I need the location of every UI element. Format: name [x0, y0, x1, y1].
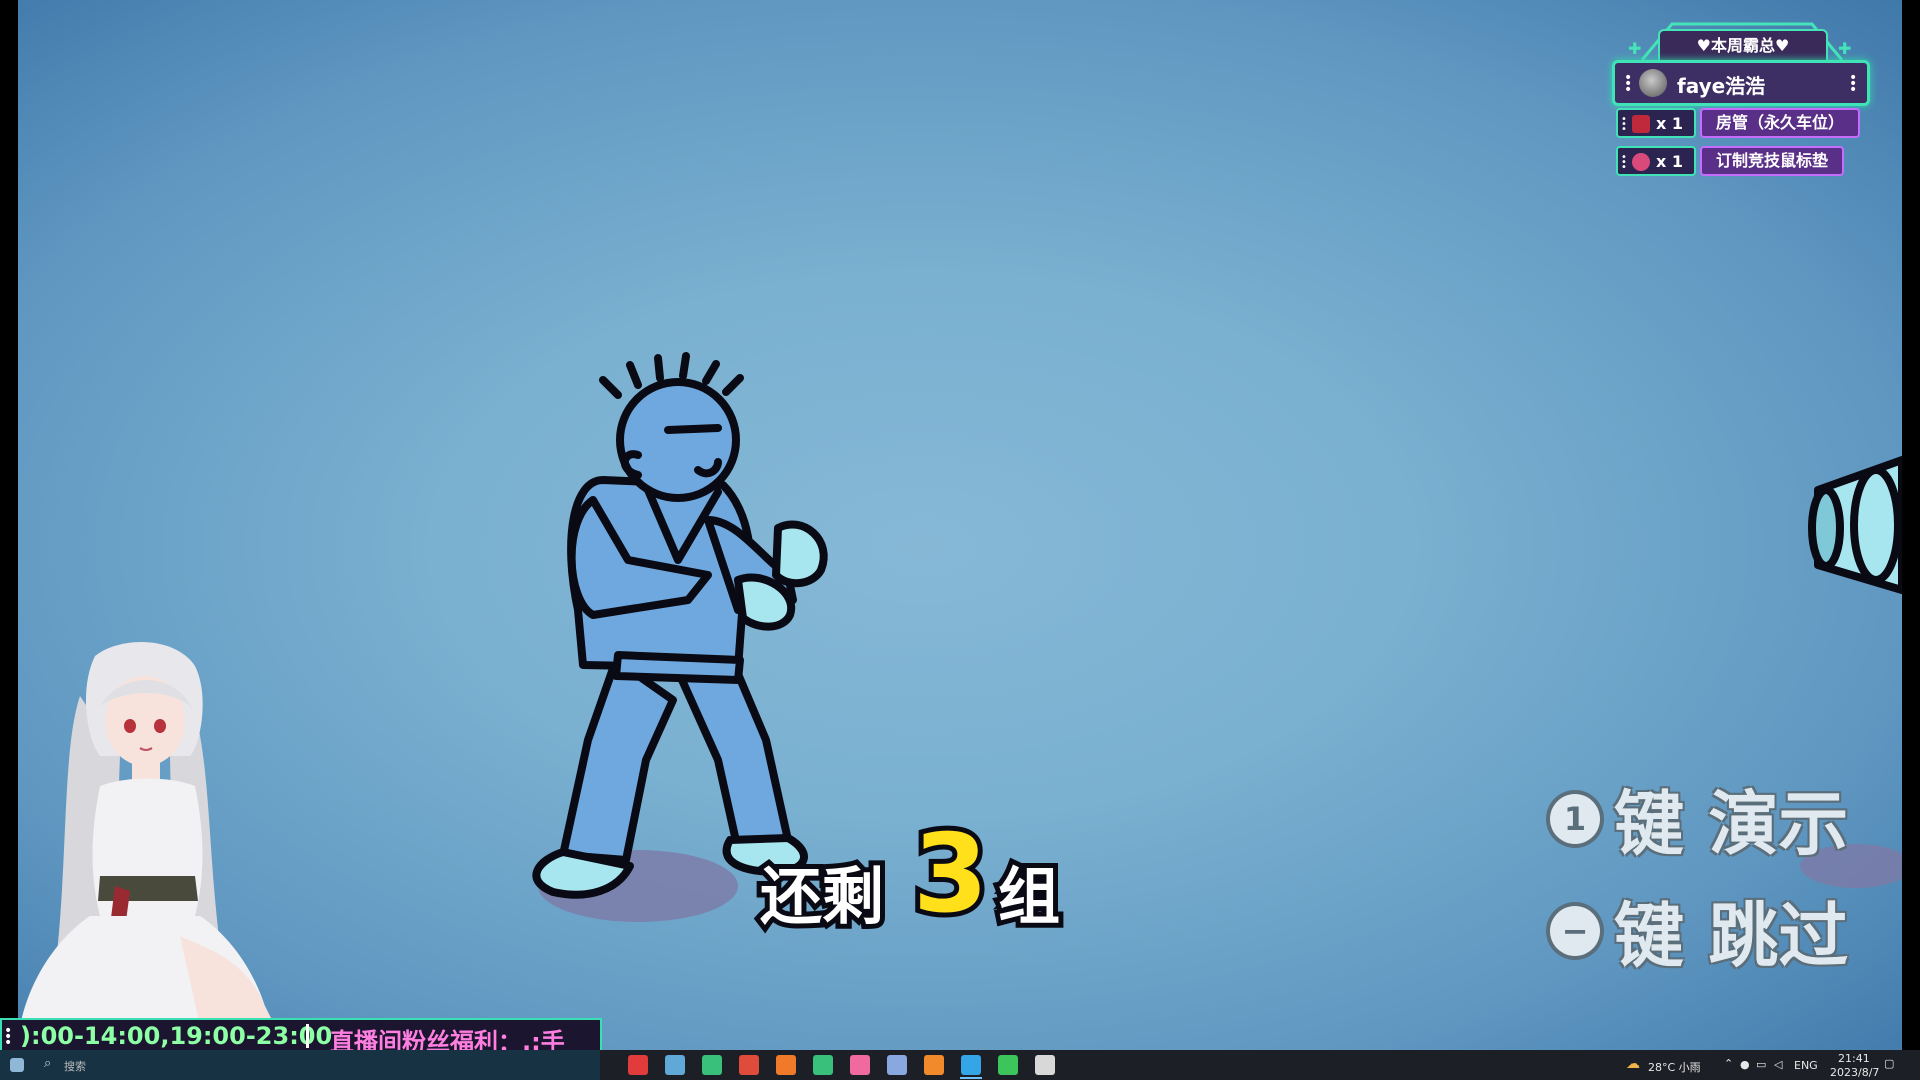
chevron-up-icon[interactable]: ⌃ — [1724, 1057, 1733, 1070]
remaining-suffix: 组 — [993, 855, 1065, 938]
hint-skip: − 键 跳过 — [1550, 880, 1848, 981]
app-icon-7[interactable] — [850, 1055, 870, 1075]
language-indicator[interactable]: ENG — [1794, 1059, 1818, 1072]
more-icon[interactable]: • • • — [1849, 71, 1857, 97]
fan-benefit-message: 直播间粉丝福利：.:手 — [330, 1028, 565, 1052]
reward-label: 房管（永久车位） — [1700, 108, 1860, 138]
app-icon-9[interactable] — [924, 1055, 944, 1075]
stream-hours: ):00-14:00,19:00-23:00 — [20, 1022, 333, 1050]
key-minus-icon: − — [1550, 905, 1600, 956]
reward-count-box: • • • x 1 — [1616, 108, 1696, 138]
weather-text[interactable]: 28°C 小雨 — [1648, 1059, 1701, 1075]
network-icon[interactable]: ▭ — [1756, 1058, 1766, 1071]
drag-handle-icon: • • • — [1621, 114, 1627, 135]
reward-count: x 1 — [1656, 114, 1684, 133]
reward-count: x 1 — [1656, 152, 1684, 171]
search-icon[interactable]: ⌕ — [44, 1056, 51, 1071]
drag-handle-icon: • • • — [1621, 152, 1627, 173]
drag-handle-icon[interactable]: • • • — [1624, 71, 1632, 97]
ticker-divider — [306, 1024, 309, 1048]
microphone-icon[interactable]: ● — [1740, 1058, 1750, 1071]
reward-count-box: • • • x 1 — [1616, 146, 1696, 176]
taskbar-left-overlay — [0, 1050, 600, 1080]
app-icon-5[interactable] — [776, 1055, 796, 1075]
app-icon-10[interactable] — [961, 1055, 981, 1075]
wechat-icon[interactable] — [998, 1055, 1018, 1075]
app-icon-3[interactable] — [702, 1055, 722, 1075]
gift-icon — [1632, 153, 1650, 171]
avatar — [1639, 69, 1667, 97]
announcement-ticker: • • • ):00-14:00,19:00-23:00 直播间粉丝福利：.:手 — [0, 1018, 602, 1052]
hint-skip-label: 键 跳过 — [1614, 895, 1849, 977]
taskbar: ⌕ 搜索 ☁ 28°C 小雨 ⌃ ● ▭ ◁ ENG 21:41 2023/8/… — [0, 1050, 1920, 1080]
weekly-leaderboard: ✚ ✚ ♥本周霸总♥ • • • faye浩浩 • • • • • • x 1 房管（永久车… — [1612, 16, 1870, 186]
volume-icon[interactable]: ◁ — [1774, 1058, 1782, 1071]
drag-handle-icon: • • • — [4, 1023, 13, 1051]
steam-icon[interactable] — [665, 1055, 685, 1075]
app-icon-4[interactable] — [739, 1055, 759, 1075]
hint-demo-label: 键 演示 — [1614, 783, 1849, 865]
vtuber-avatar — [20, 642, 275, 1026]
leaderboard-title: ♥本周霸总♥ — [1658, 29, 1828, 63]
app-icon-6[interactable] — [813, 1055, 833, 1075]
remaining-prefix: 还剩 — [755, 855, 889, 938]
gift-icon — [1632, 115, 1650, 133]
active-app-indicator — [960, 1077, 982, 1079]
app-icon-1[interactable] — [628, 1055, 648, 1075]
svg-text:✚: ✚ — [1838, 39, 1851, 58]
notification-icon[interactable]: ▢ — [1884, 1057, 1894, 1070]
fighter-character — [532, 352, 828, 899]
remaining-count: 3 — [908, 807, 993, 942]
svg-text:✚: ✚ — [1628, 39, 1641, 58]
screen: 还剩 3 组 1 键 演示 − 键 跳过 ✚ ✚ ♥本周霸总♥ • • • faye… — [0, 0, 1920, 1080]
clock-date[interactable]: 2023/8/7 — [1830, 1066, 1879, 1079]
hint-demo: 1 键 演示 — [1550, 768, 1848, 869]
start-icon[interactable] — [10, 1058, 24, 1072]
target-object — [1808, 456, 1902, 594]
top-user-name: faye浩浩 — [1677, 74, 1766, 98]
key-1-icon: 1 — [1550, 793, 1600, 844]
taskbar-search-label[interactable]: 搜索 — [64, 1058, 86, 1074]
reward-row: • • • x 1 房管（永久车位） — [1616, 108, 1860, 138]
app-icon-8[interactable] — [887, 1055, 907, 1075]
weather-icon[interactable]: ☁ — [1626, 1056, 1640, 1072]
system-tray: ☁ 28°C 小雨 ⌃ ● ▭ ◁ ENG 21:41 2023/8/7 ▢ — [1626, 1050, 1906, 1080]
clock-time[interactable]: 21:41 — [1838, 1052, 1870, 1065]
settings-icon[interactable] — [1035, 1055, 1055, 1075]
leaderboard-top-user[interactable]: • • • faye浩浩 • • • — [1612, 60, 1870, 106]
reward-row: • • • x 1 订制竞技鼠标垫 — [1616, 146, 1860, 176]
reward-label: 订制竞技鼠标垫 — [1700, 146, 1845, 176]
